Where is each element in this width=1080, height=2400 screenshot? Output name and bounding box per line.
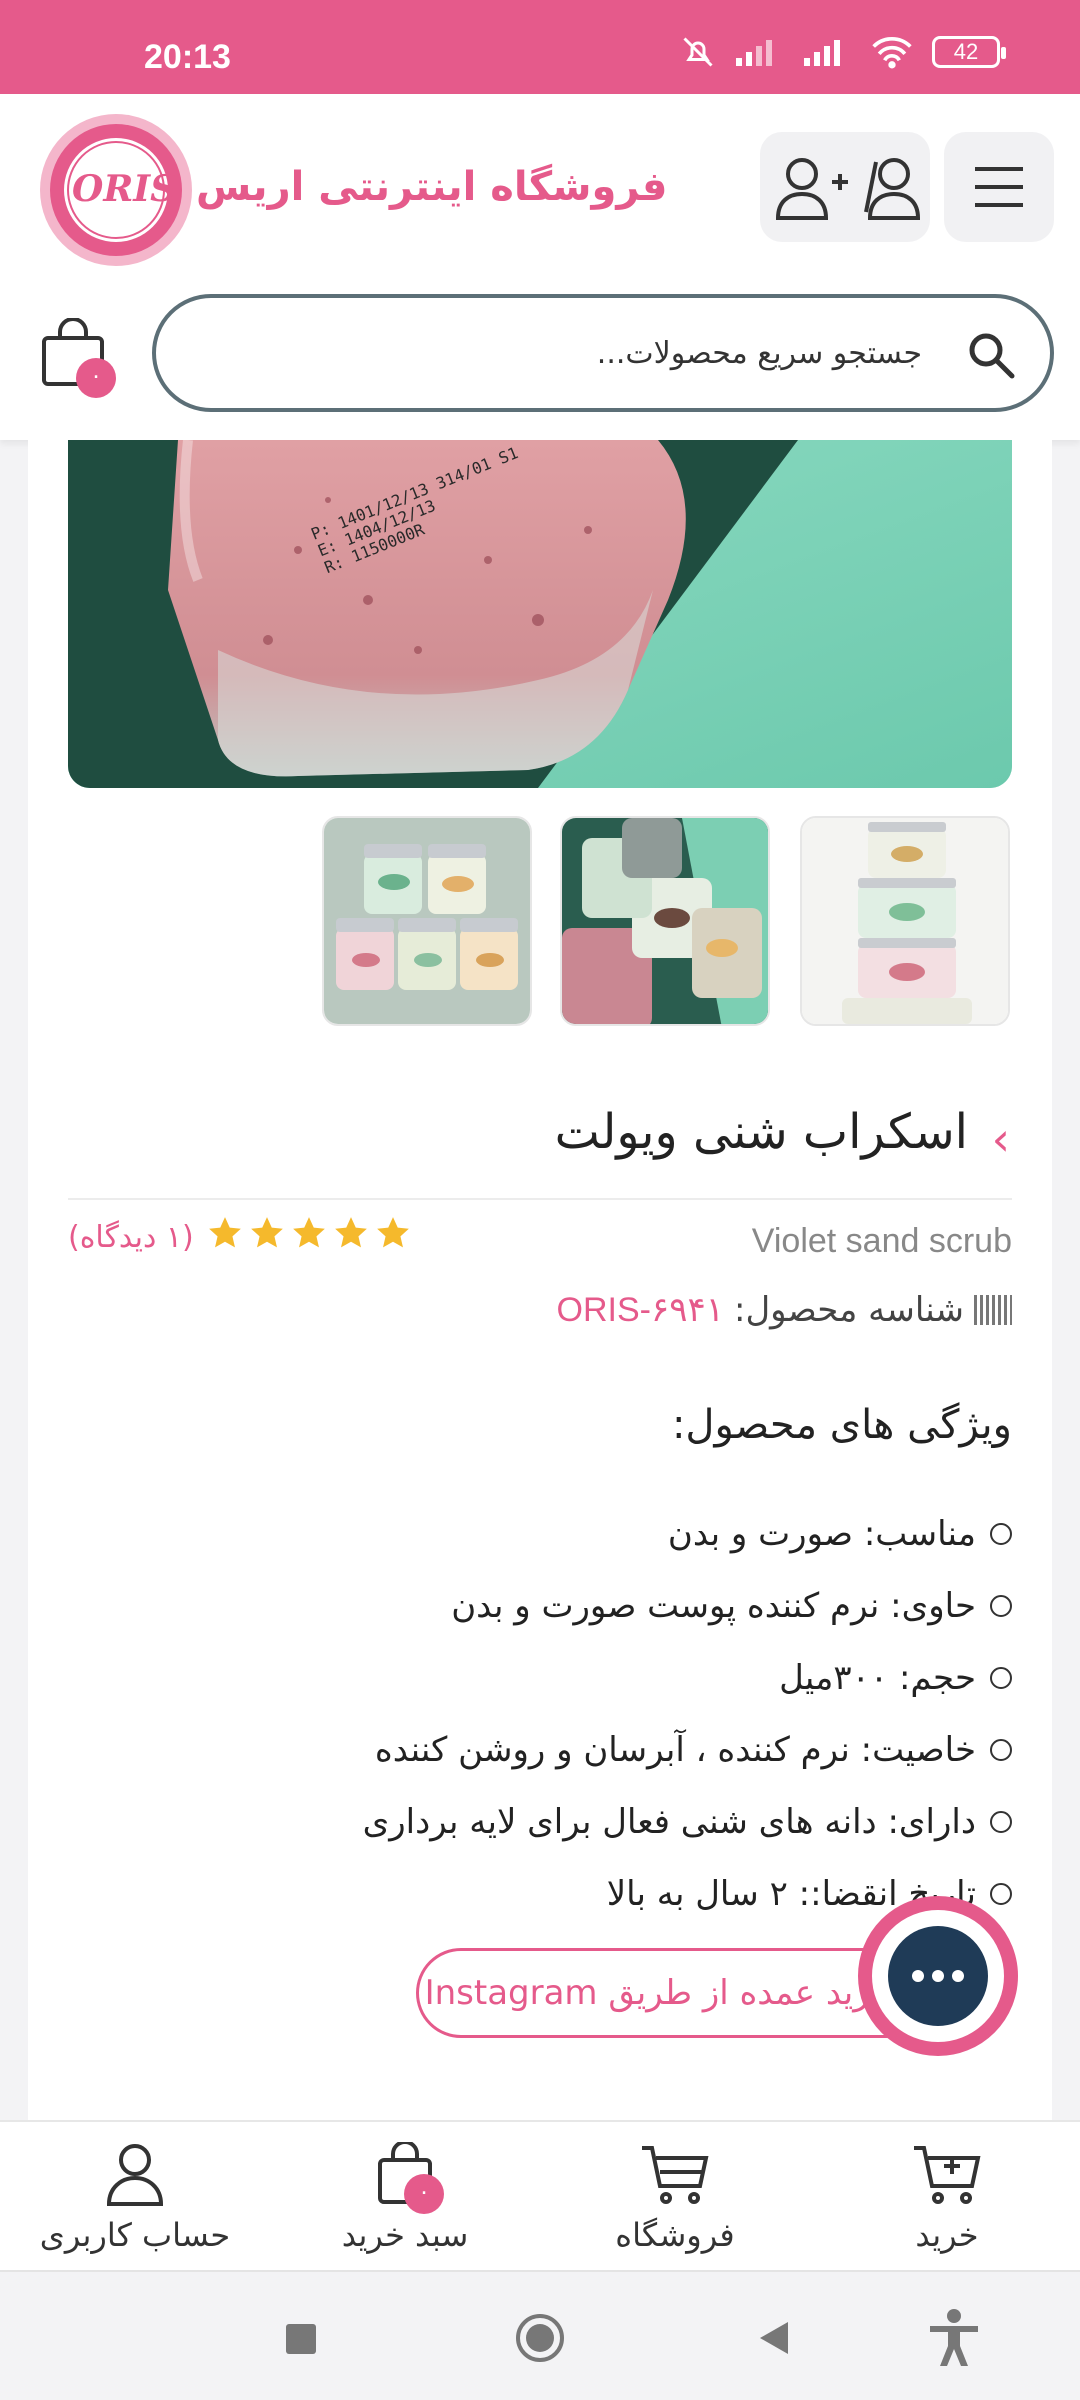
chat-button[interactable] <box>858 1896 1018 2056</box>
mute-bell-icon <box>683 37 713 67</box>
list-item: دارای: دانه های شنی فعال برای لایه بردار… <box>112 1786 1012 1858</box>
product-thumbnail-3[interactable] <box>800 816 1010 1026</box>
nav-account-label: حساب کاربری <box>39 2216 231 2254</box>
search-input[interactable]: جستجو سریع محصولات... <box>597 336 922 371</box>
feature-text: دارای: دانه های شنی فعال برای لایه بردار… <box>362 1802 976 1842</box>
menu-button[interactable] <box>944 132 1054 242</box>
header-cart-button[interactable]: ۰ <box>40 317 116 398</box>
title-divider <box>68 1198 1012 1200</box>
bullet-circle-icon <box>990 1811 1012 1833</box>
product-sku: شناسه محصول: ORIS-۶۹۴۱ <box>556 1290 1012 1330</box>
brand-logo[interactable]: ORIS <box>36 110 196 270</box>
jars-stack-image <box>324 818 530 1024</box>
nav-shop[interactable]: فروشگاه <box>560 2142 790 2254</box>
bullet-circle-icon <box>990 1739 1012 1761</box>
nav-account[interactable]: حساب کاربری <box>20 2142 250 2254</box>
user-add-icon <box>775 158 920 220</box>
sku-value: ORIS-۶۹۴۱ <box>556 1291 725 1329</box>
list-item: حجم: ۳۰۰میل <box>112 1642 1012 1714</box>
nav-buy[interactable]: خرید <box>832 2142 1062 2254</box>
instagram-wholesale-button[interactable]: خرید عمده از طریق Instagram <box>416 1948 936 2038</box>
signal-icon-2 <box>804 40 840 66</box>
list-item: تاریخ انقضا:: ۲ سال به بالا <box>112 1858 1012 1930</box>
brand-name: فروشگاه اینترنتی اریس <box>196 164 668 210</box>
sku-label: شناسه محصول: <box>734 1290 964 1330</box>
status-bar: 20:13 42 <box>0 0 1080 94</box>
status-time: 20:13 <box>144 38 231 76</box>
cart-count-badge: ۰ <box>76 358 116 398</box>
star-icon <box>293 1217 325 1248</box>
feature-text: حجم: ۳۰۰میل <box>779 1658 976 1698</box>
product-english-name: Violet sand scrub <box>751 1222 1012 1260</box>
search-bar[interactable]: جستجو سریع محصولات... <box>152 294 1054 412</box>
home-icon[interactable] <box>514 2312 566 2364</box>
features-list: مناسب: صورت و بدن حاوی: نرم کننده پوست ص… <box>112 1498 1012 1930</box>
nav-cart[interactable]: ۰ سبد خرید <box>290 2140 520 2254</box>
nav-buy-label: خرید <box>915 2216 979 2254</box>
bullet-circle-icon <box>990 1667 1012 1689</box>
logo-text: ORIS <box>72 168 177 210</box>
jars-green-image <box>562 818 768 1024</box>
product-thumbnail-2[interactable] <box>560 816 770 1026</box>
star-icon <box>377 1217 409 1248</box>
nav-shop-label: فروشگاه <box>615 2216 735 2254</box>
star-icon <box>335 1217 367 1248</box>
product-main-image[interactable]: P: 1401/12/13 314/01 S1 E: 1404/12/13 R:… <box>68 440 1012 788</box>
features-heading: ویژگی های محصول: <box>671 1402 1012 1448</box>
back-icon[interactable] <box>754 2318 794 2358</box>
bullet-circle-icon <box>990 1523 1012 1545</box>
barcode-icon <box>974 1295 1012 1325</box>
chevron-left-icon[interactable]: ‹ <box>992 1112 1010 1166</box>
accessibility-icon[interactable] <box>928 2308 980 2368</box>
user-icon <box>106 2144 164 2206</box>
battery-indicator: 42 <box>932 36 1006 68</box>
jars-tower-image <box>802 818 1008 1024</box>
feature-text: خاصیت: نرم کننده ، آبرسان و روشن کننده <box>374 1730 976 1770</box>
recent-apps-icon[interactable] <box>284 2322 318 2356</box>
list-item: حاوی: نرم کننده پوست صورت و بدن <box>112 1570 1012 1642</box>
chat-bubble-icon <box>888 1926 988 2026</box>
star-icon <box>209 1217 241 1248</box>
signal-icon <box>736 40 772 66</box>
cart-plus-icon <box>914 2146 981 2204</box>
account-register-button[interactable] <box>760 132 930 242</box>
system-navigation-bar <box>0 2270 1080 2400</box>
bullet-circle-icon <box>990 1595 1012 1617</box>
bottom-navigation: خرید فروشگاه ۰ سبد خرید حساب کاربری <box>0 2120 1080 2270</box>
scrub-jar-image: P: 1401/12/13 314/01 S1 E: 1404/12/13 R:… <box>68 440 1012 788</box>
wifi-icon <box>872 36 912 69</box>
hamburger-icon <box>975 167 1023 207</box>
feature-text: حاوی: نرم کننده پوست صورت و بدن <box>451 1586 976 1626</box>
shopping-cart-icon <box>642 2146 709 2204</box>
search-icon[interactable] <box>964 328 1018 382</box>
nav-cart-label: سبد خرید <box>341 2216 469 2254</box>
status-icons: 42 <box>680 34 1006 70</box>
list-item: مناسب: صورت و بدن <box>112 1498 1012 1570</box>
review-count-link[interactable]: (۱ دیدگاه) <box>68 1220 194 1255</box>
product-thumbnail-1[interactable] <box>322 816 532 1026</box>
list-item: خاصیت: نرم کننده ، آبرسان و روشن کننده <box>112 1714 1012 1786</box>
nav-cart-badge: ۰ <box>404 2174 444 2214</box>
rating-stars <box>206 1214 412 1252</box>
bullet-circle-icon <box>990 1883 1012 1905</box>
star-icon <box>251 1217 283 1248</box>
product-title: اسکراب شنی ویولت <box>554 1104 968 1160</box>
feature-text: مناسب: صورت و بدن <box>667 1514 976 1554</box>
